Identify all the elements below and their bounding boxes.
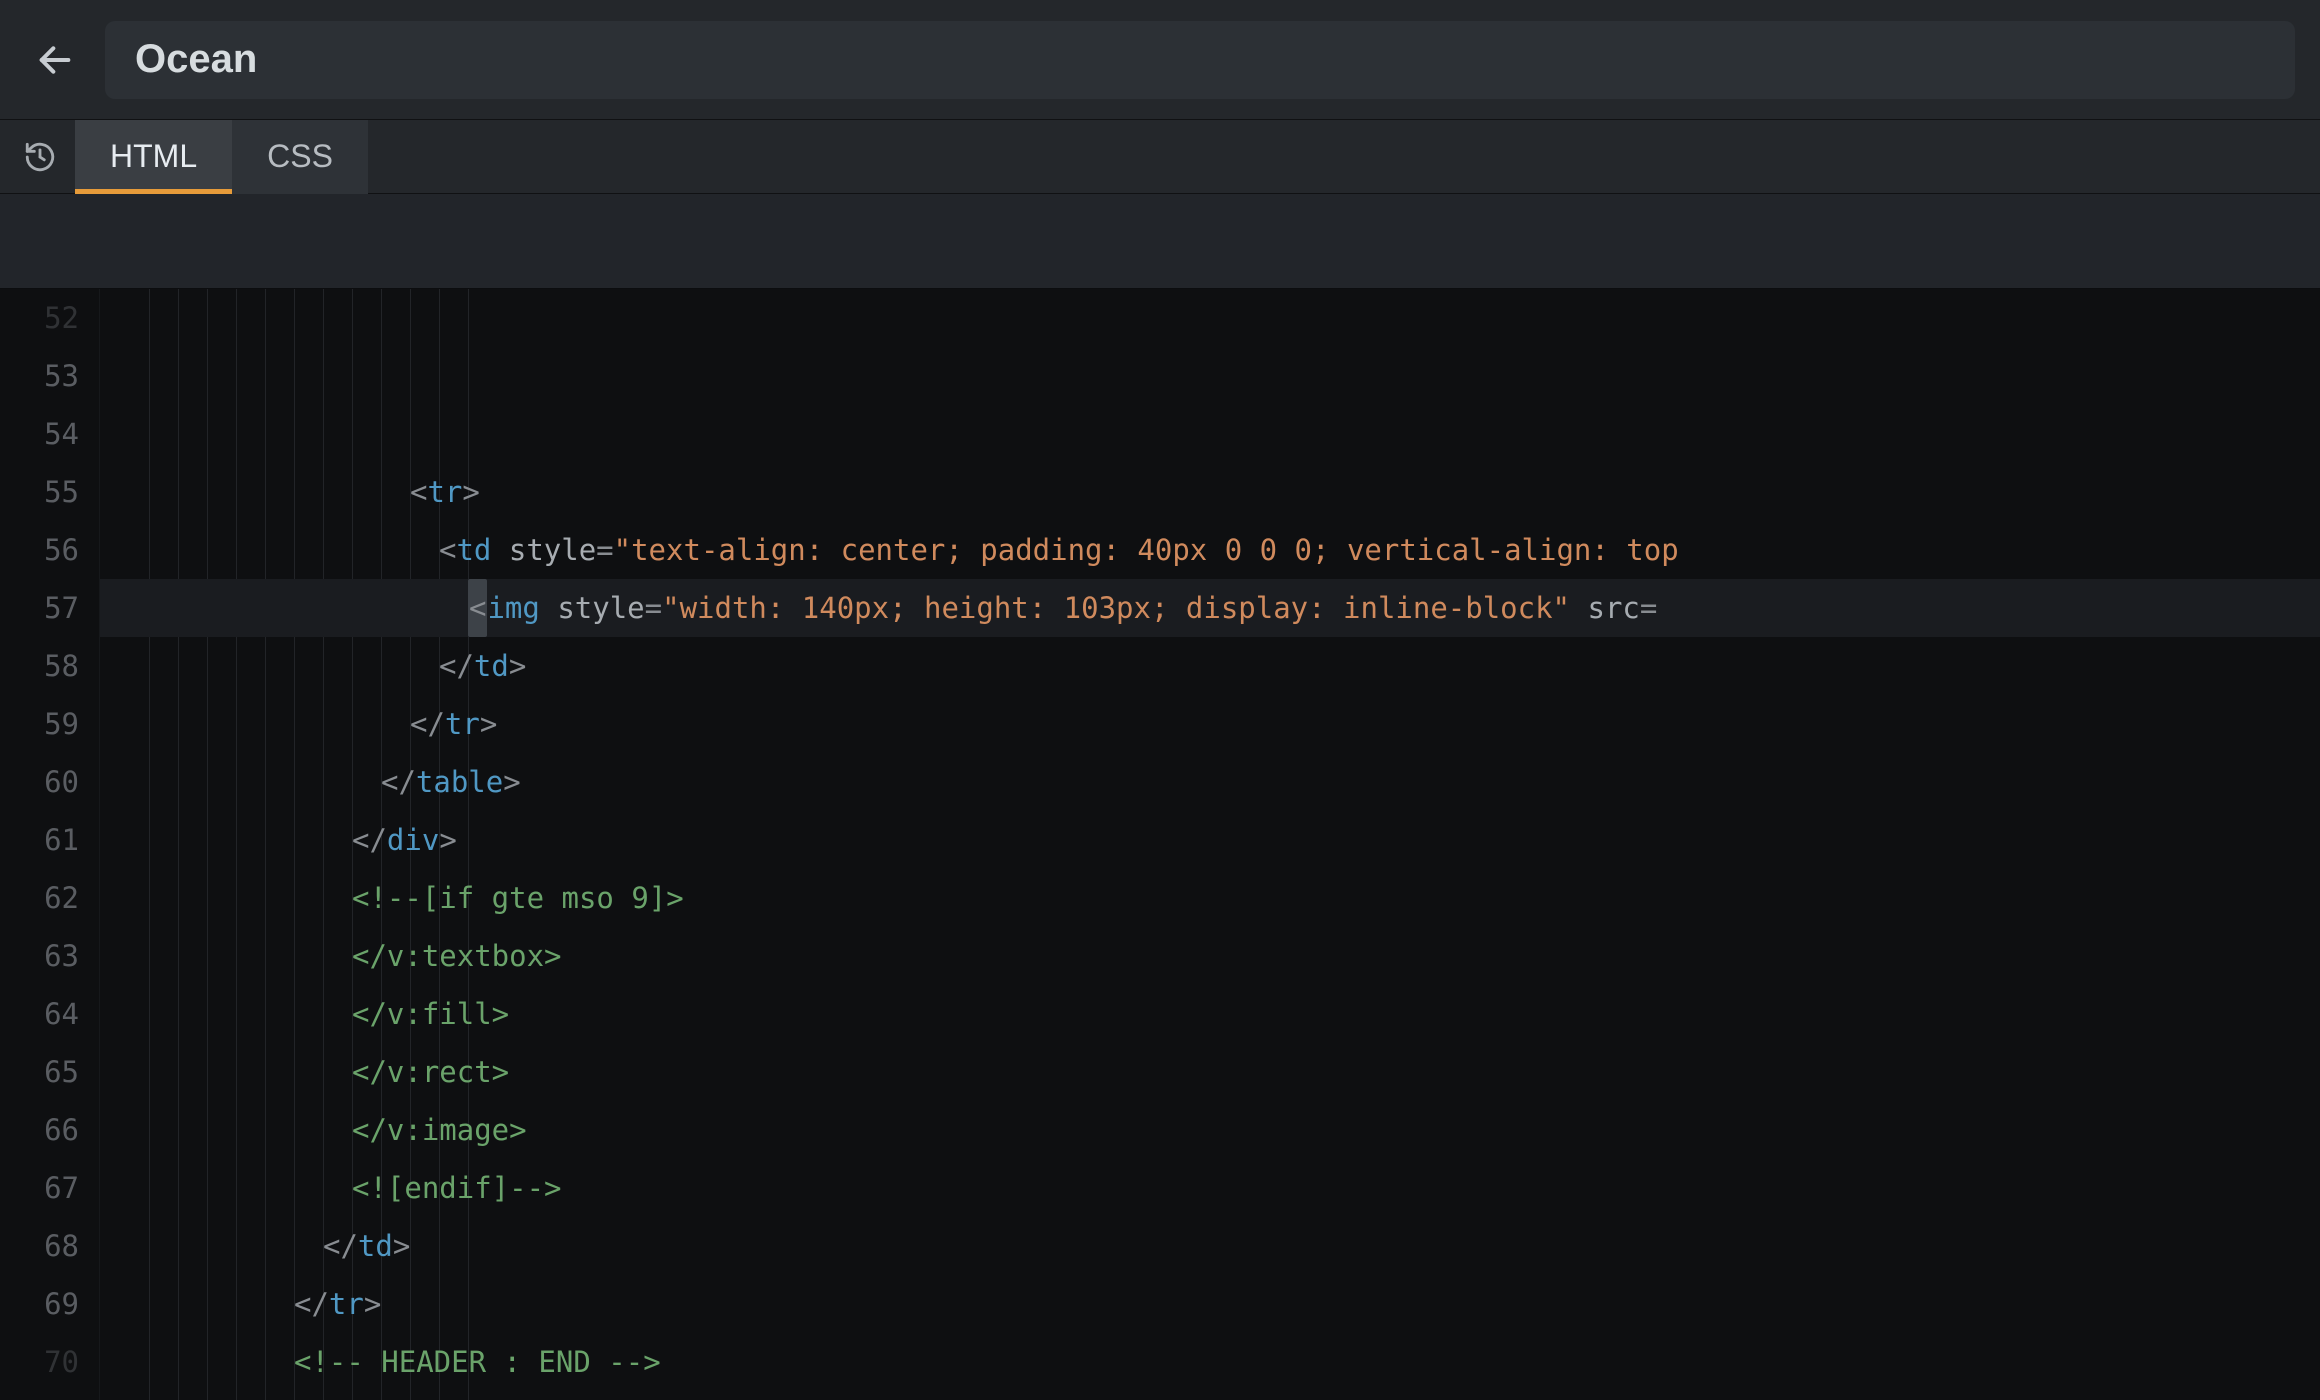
- code-line[interactable]: </td>: [100, 1217, 2320, 1275]
- line-number: 55: [0, 463, 79, 521]
- line-number: 68: [0, 1217, 79, 1275]
- code-editor[interactable]: 52535455565758596061626364656667686970 <…: [0, 289, 2320, 1400]
- tab-html[interactable]: HTML: [75, 120, 232, 194]
- line-number-gutter: 52535455565758596061626364656667686970: [0, 289, 100, 1400]
- line-number: 58: [0, 637, 79, 695]
- code-line[interactable]: <![endif]-->: [100, 1159, 2320, 1217]
- code-line[interactable]: </v:rect>: [100, 1043, 2320, 1101]
- line-number: 69: [0, 1275, 79, 1333]
- code-line[interactable]: <td style="text-align: center; padding: …: [100, 521, 2320, 579]
- line-number: 62: [0, 869, 79, 927]
- code-line[interactable]: </tr>: [100, 695, 2320, 753]
- code-area[interactable]: <tr><td style="text-align: center; paddi…: [100, 289, 2320, 1400]
- line-number: 57: [0, 579, 79, 637]
- code-line[interactable]: </table>: [100, 753, 2320, 811]
- line-number: 52: [0, 289, 79, 347]
- line-number: 66: [0, 1101, 79, 1159]
- toolbar-spacer: [0, 194, 2320, 289]
- line-number: 60: [0, 753, 79, 811]
- line-number: 59: [0, 695, 79, 753]
- line-number: 70: [0, 1333, 79, 1391]
- reload-button[interactable]: [15, 132, 65, 182]
- code-line[interactable]: [100, 1391, 2320, 1400]
- code-line[interactable]: </td>: [100, 637, 2320, 695]
- tab-bar: HTMLCSS: [0, 120, 2320, 194]
- history-icon: [23, 140, 57, 174]
- line-number: 65: [0, 1043, 79, 1101]
- code-line[interactable]: <img style="width: 140px; height: 103px;…: [100, 579, 2320, 637]
- line-number: 56: [0, 521, 79, 579]
- line-number: 54: [0, 405, 79, 463]
- arrow-left-icon: [35, 40, 75, 80]
- document-title-input[interactable]: [105, 21, 2295, 99]
- tab-css[interactable]: CSS: [232, 120, 368, 194]
- back-button[interactable]: [25, 30, 85, 90]
- code-line[interactable]: <!-- HEADER : END -->: [100, 1333, 2320, 1391]
- line-number: 53: [0, 347, 79, 405]
- line-number: 64: [0, 985, 79, 1043]
- code-line[interactable]: <!--[if gte mso 9]>: [100, 869, 2320, 927]
- line-number: 61: [0, 811, 79, 869]
- code-line[interactable]: </div>: [100, 811, 2320, 869]
- code-line[interactable]: </v:fill>: [100, 985, 2320, 1043]
- line-number: 63: [0, 927, 79, 985]
- code-line[interactable]: </tr>: [100, 1275, 2320, 1333]
- code-line[interactable]: </v:textbox>: [100, 927, 2320, 985]
- line-number: 67: [0, 1159, 79, 1217]
- header-bar: [0, 0, 2320, 120]
- code-line[interactable]: <tr>: [100, 463, 2320, 521]
- code-line[interactable]: </v:image>: [100, 1101, 2320, 1159]
